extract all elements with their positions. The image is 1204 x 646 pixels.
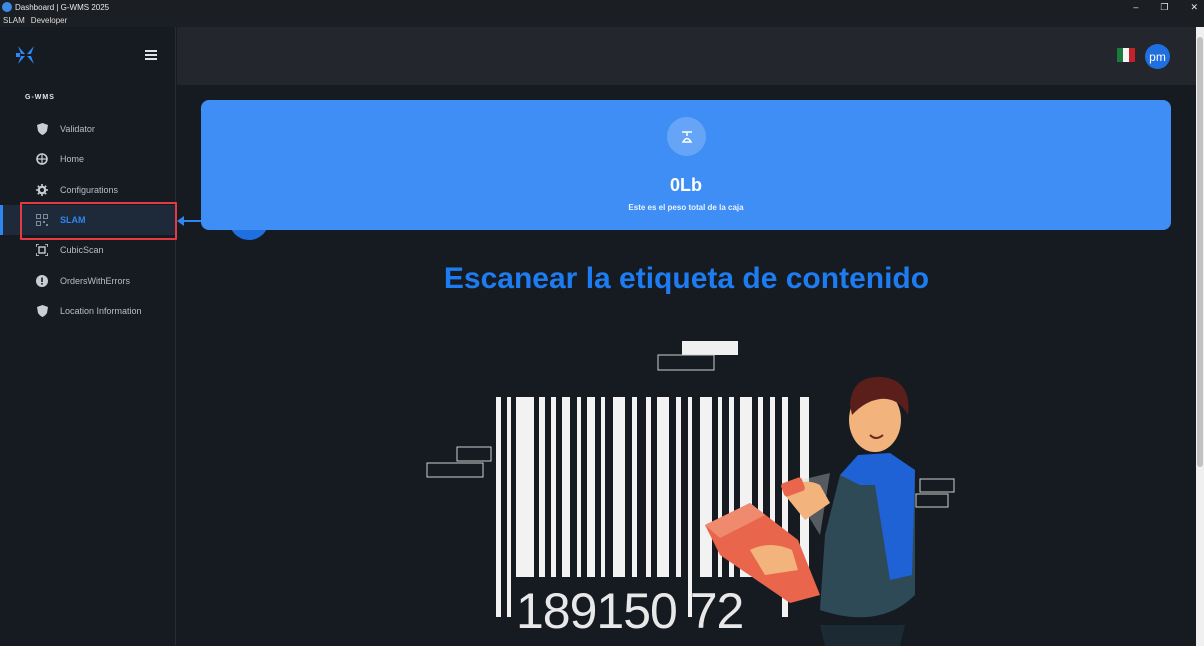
sidebar-item-label: Configurations — [60, 184, 119, 195]
scan-frame-icon — [36, 244, 48, 257]
scale-icon — [667, 117, 706, 156]
sidebar-item-home[interactable]: Home — [0, 144, 176, 174]
page-title: Escanear la etiqueta de contenido — [443, 262, 930, 295]
window-titlebar: Dashboard | G-WMS 2025 – ❐ ✕ — [0, 0, 1204, 14]
sidebar-item-label: SLAM — [60, 215, 86, 226]
total-weight-caption: Este es el peso total de la caja — [628, 203, 744, 212]
avatar[interactable]: pm — [1145, 44, 1170, 69]
logo-icon — [16, 46, 34, 64]
sidebar-item-configurations[interactable]: Configurations — [0, 175, 176, 205]
scrollbar-thumb[interactable] — [1197, 37, 1203, 467]
weight-card: 0Lb Este es el peso total de la caja — [201, 100, 1171, 230]
sidebar-item-location-information[interactable]: Location Information — [0, 296, 176, 326]
mexico-flag-icon[interactable] — [1117, 48, 1135, 62]
sidebar-item-slam[interactable]: SLAM — [0, 204, 176, 236]
shield-icon — [36, 123, 48, 136]
menu-item-slam[interactable]: SLAM — [3, 16, 25, 25]
sidebar-brand: G-WMS — [25, 94, 55, 101]
window-title: Dashboard | G-WMS 2025 — [15, 2, 110, 12]
gear-icon — [36, 183, 48, 196]
barcode-number: 189150 72 — [516, 583, 744, 639]
top-header: pm — [177, 27, 1204, 85]
callout-arrow-icon — [177, 216, 184, 226]
qr-code-icon — [36, 214, 48, 227]
sidebar-nav: Validator Home Configurations SLAM Cubic… — [0, 114, 176, 326]
total-weight-value: 0Lb — [669, 175, 702, 195]
menu-item-developer[interactable]: Developer — [31, 16, 67, 25]
minimize-icon[interactable]: – — [1133, 2, 1138, 12]
alert-icon — [36, 274, 48, 287]
scrollbar[interactable] — [1196, 27, 1204, 646]
sidebar-item-label: OrdersWithErrors — [60, 275, 131, 286]
sidebar: G-WMS Validator Home Configurations SLAM… — [0, 27, 176, 646]
shield-icon — [36, 304, 48, 317]
menu-toggle-icon[interactable] — [145, 50, 157, 60]
sidebar-item-label: Validator — [60, 124, 95, 135]
sidebar-item-cubicscan[interactable]: CubicScan — [0, 235, 176, 265]
sidebar-item-validator[interactable]: Validator — [0, 114, 176, 144]
globe-icon — [36, 153, 48, 166]
restore-icon[interactable]: ❐ — [1160, 2, 1168, 13]
sidebar-item-orderswitherrors[interactable]: OrdersWithErrors — [0, 265, 176, 295]
app-icon — [2, 2, 12, 12]
sidebar-item-label: CubicScan — [60, 245, 104, 256]
sidebar-item-label: Home — [60, 154, 85, 165]
menu-bar: SLAM Developer — [0, 14, 1204, 27]
close-icon[interactable]: ✕ — [1190, 2, 1198, 13]
sidebar-item-label: Location Information — [60, 305, 142, 316]
